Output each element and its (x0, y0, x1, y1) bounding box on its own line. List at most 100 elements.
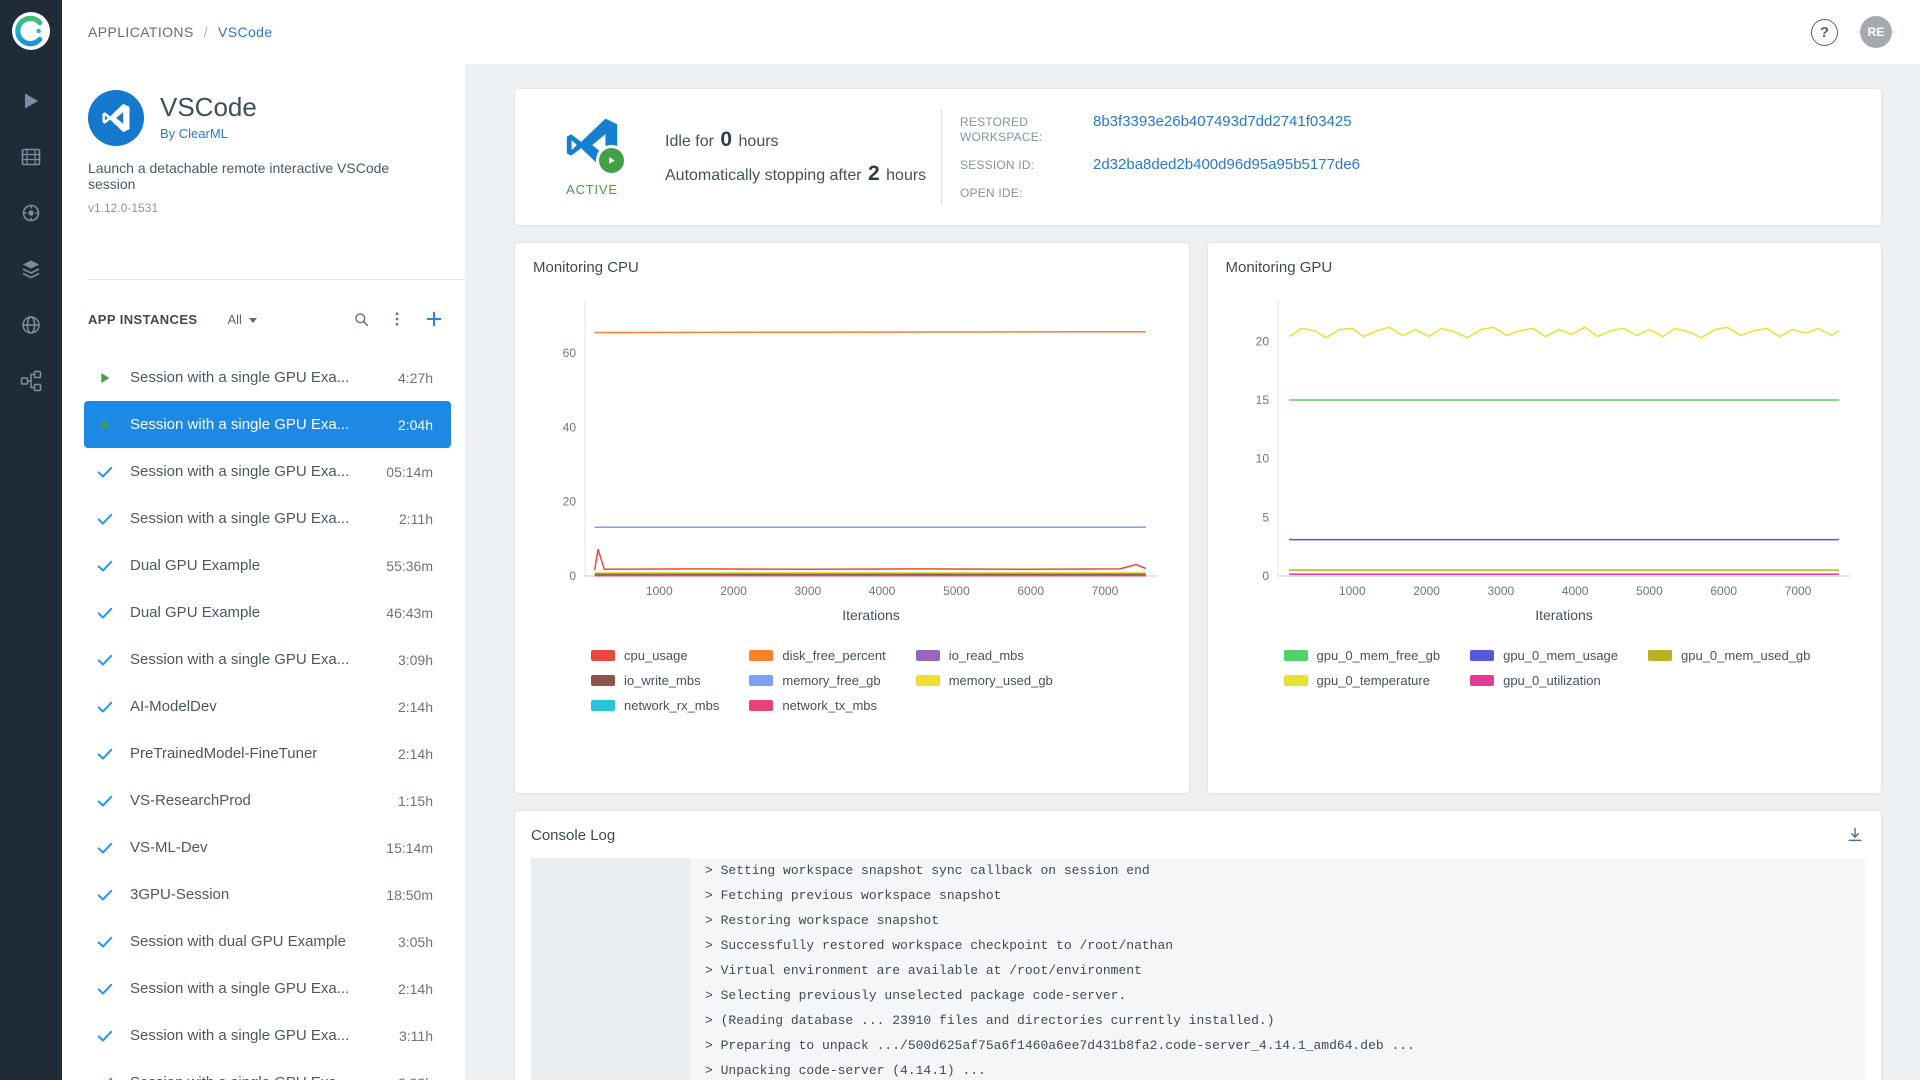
instance-row[interactable]: Session with a single GPU Exa... 2:11h (84, 495, 451, 542)
instance-name: Dual GPU Example (130, 557, 261, 574)
legend-label: gpu_0_mem_used_gb (1681, 648, 1811, 663)
svg-text:6000: 6000 (1017, 584, 1044, 598)
svg-text:7000: 7000 (1784, 584, 1811, 598)
status-field-value[interactable]: 8b3f3393e26b407493d7dd2741f03425 (1093, 113, 1360, 130)
breadcrumb-applications[interactable]: APPLICATIONS (88, 24, 194, 40)
legend-item[interactable]: memory_free_gb (749, 673, 885, 688)
svg-text:Iterations: Iterations (1535, 607, 1593, 623)
search-icon[interactable] (352, 310, 371, 329)
status-field-value[interactable]: 2d32ba8ded2b400d96d95a95b5177de6 (1093, 156, 1360, 173)
legend-swatch (1283, 650, 1308, 661)
log-timestamp (531, 933, 691, 958)
instance-row[interactable]: Session with a single GPU Exa... 3:11h (84, 1012, 451, 1059)
legend-label: gpu_0_mem_free_gb (1316, 648, 1441, 663)
applications-icon[interactable] (18, 88, 44, 114)
app-description: Launch a detachable remote interactive V… (88, 160, 390, 192)
instance-row[interactable]: Dual GPU Example 46:43m (84, 589, 451, 636)
instance-name: VS-ML-Dev (130, 839, 208, 856)
idle-info: Idle for 0 hours Automatically stopping … (665, 128, 933, 186)
instance-row[interactable]: 3GPU-Session 18:50m (84, 871, 451, 918)
instance-row[interactable]: Session with a single GPU Exa... 3:09h (84, 636, 451, 683)
chevron-down-icon (248, 317, 257, 323)
legend-item[interactable]: gpu_0_mem_used_gb (1648, 648, 1810, 663)
log-timestamp (531, 1058, 691, 1080)
completed-check-icon (94, 697, 116, 717)
legend-label: gpu_0_mem_usage (1503, 648, 1619, 663)
legend-item[interactable]: memory_used_gb (915, 673, 1053, 688)
instance-row[interactable]: VS-ML-Dev 15:14m (84, 824, 451, 871)
legend-item[interactable]: cpu_usage (591, 648, 719, 663)
download-icon[interactable] (1845, 825, 1865, 845)
session-id-fields: RESTORED WORKSPACE: 8b3f3393e26b407493d7d… (960, 113, 1360, 201)
legend-item[interactable]: gpu_0_temperature (1283, 673, 1441, 688)
kebab-menu-icon[interactable] (388, 310, 406, 328)
console-log-output[interactable]: > Setting workspace snapshot sync callba… (531, 858, 1865, 1080)
instance-row[interactable]: Session with a single GPU Exa... 2:22h (84, 1059, 451, 1080)
svg-text:3000: 3000 (795, 584, 822, 598)
legend-label: gpu_0_utilization (1503, 673, 1601, 688)
clearml-logo[interactable] (11, 11, 51, 51)
app-header: VSCode By ClearML (62, 64, 465, 146)
svg-text:0: 0 (569, 569, 576, 583)
completed-check-icon (94, 509, 116, 529)
console-log-row: > Preparing to unpack .../500d625af75a6f… (531, 1033, 1865, 1058)
pipelines-icon[interactable] (18, 368, 44, 394)
instance-list: Session with a single GPU Exa... 4:27h Ses… (62, 354, 465, 1080)
svg-text:4000: 4000 (1561, 584, 1588, 598)
instance-name: Session with a single GPU Exa... (130, 651, 350, 668)
instance-duration: 05:14m (386, 463, 433, 480)
instance-row[interactable]: VS-ResearchProd 1:15h (84, 777, 451, 824)
breadcrumb-current: VSCode (217, 24, 273, 40)
autostop-hours-value: 2 (868, 162, 880, 185)
legend-item[interactable]: gpu_0_utilization (1470, 673, 1618, 688)
legend-item[interactable]: network_rx_mbs (591, 698, 719, 713)
avatar[interactable]: RE (1860, 16, 1892, 48)
instance-name: 3GPU-Session (130, 886, 230, 903)
vscode-app-logo (88, 90, 144, 146)
by-clearml-link[interactable]: By ClearML (160, 126, 228, 141)
workers-icon[interactable] (18, 200, 44, 226)
instance-duration: 3:05h (397, 933, 433, 950)
instance-row[interactable]: Session with a single GPU Exa... 2:14h (84, 965, 451, 1012)
svg-text:15: 15 (1255, 393, 1269, 407)
datasets-icon[interactable] (18, 256, 44, 282)
legend-swatch (591, 650, 615, 661)
monitoring-cpu-card: Monitoring CPU 0 20 40 60 1000 2000 3000 4000 50… (514, 242, 1190, 794)
legend-item[interactable]: io_write_mbs (591, 673, 719, 688)
console-log-row: > Virtual environment are available at /… (531, 958, 1865, 983)
legend-item[interactable]: disk_free_percent (749, 648, 886, 663)
log-message: > Successfully restored workspace checkp… (691, 933, 1865, 958)
instance-row[interactable]: Session with a single GPU Exa... 2:04h (84, 401, 451, 448)
add-instance-button[interactable] (423, 308, 445, 330)
instance-row[interactable]: Dual GPU Example 55:36m (84, 542, 451, 589)
status-badge: ACTIVE (566, 182, 618, 197)
legend-swatch (591, 700, 615, 711)
instance-row[interactable]: PreTrainedModel-FineTuner 2:14h (84, 730, 451, 777)
instances-filter-dropdown[interactable]: All (227, 312, 257, 327)
legend-item[interactable]: gpu_0_mem_usage (1470, 648, 1618, 663)
legend-item[interactable]: gpu_0_mem_free_gb (1283, 648, 1441, 663)
svg-text:60: 60 (563, 346, 577, 360)
legend-swatch (591, 675, 615, 686)
gpu-chart-canvas[interactable]: 0 5 10 15 20 1000 2000 3000 4000 5000 6000 7000 Iter… (1226, 278, 1864, 630)
instance-row[interactable]: Session with a single GPU Exa... 05:14m (84, 448, 451, 495)
console-log-row: > Unpacking code-server (4.14.1) ... (531, 1058, 1865, 1080)
console-log-row: > Successfully restored workspace checkp… (531, 933, 1865, 958)
instance-duration: 2:14h (397, 745, 433, 762)
projects-icon[interactable] (18, 144, 44, 170)
completed-check-icon (94, 1026, 116, 1046)
instance-row[interactable]: Session with dual GPU Example 3:05h (84, 918, 451, 965)
svg-text:5: 5 (1262, 510, 1269, 524)
reports-icon[interactable] (18, 312, 44, 338)
help-icon[interactable]: ? (1811, 18, 1838, 46)
instance-row[interactable]: AI-ModelDev 2:14h (84, 683, 451, 730)
legend-item[interactable]: io_read_mbs (915, 648, 1053, 663)
instances-actions (352, 308, 445, 330)
legend-item[interactable]: network_tx_mbs (749, 698, 885, 713)
app-panel: VSCode By ClearML Launch a detachable re… (62, 64, 465, 1080)
cpu-chart-canvas[interactable]: 0 20 40 60 1000 2000 3000 4000 5000 6000 7000 Itera… (533, 278, 1171, 630)
svg-text:20: 20 (1255, 334, 1269, 348)
instance-row[interactable]: Session with a single GPU Exa... 4:27h (84, 354, 451, 401)
app-instances-header: APP INSTANCES All (88, 306, 445, 332)
log-timestamp (531, 958, 691, 983)
